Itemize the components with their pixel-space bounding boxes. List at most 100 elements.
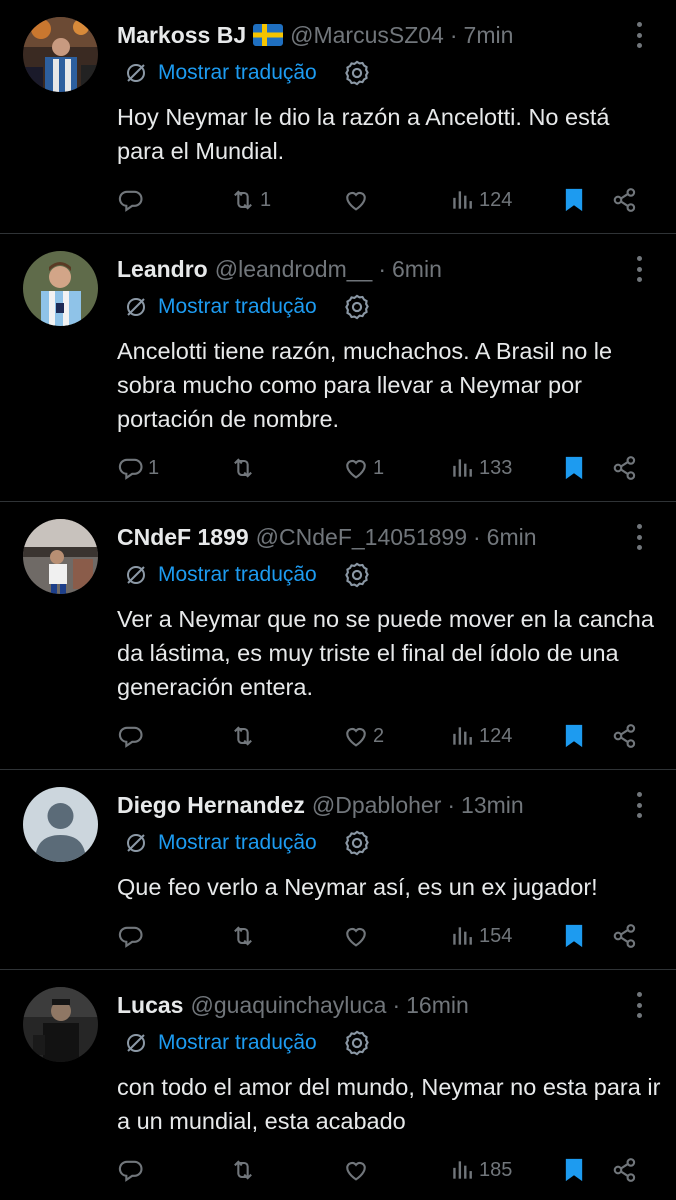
show-translation-link[interactable]: Mostrar tradução bbox=[158, 563, 317, 587]
share-button[interactable] bbox=[611, 448, 639, 488]
user-handle[interactable]: @leandrodm__ bbox=[215, 256, 373, 283]
bookmark-icon bbox=[565, 924, 583, 948]
post-text: Ancelotti tiene razón, muchachos. A Bras… bbox=[117, 338, 613, 432]
share-button[interactable] bbox=[611, 916, 639, 956]
share-button[interactable] bbox=[611, 716, 639, 756]
post-actions: 154 bbox=[0, 916, 676, 956]
reply-post[interactable]: Leandro @leandrodm__ · 6min Mostrar trad… bbox=[0, 234, 676, 502]
reply-post[interactable]: Markoss BJ @MarcusSZ04 · 7min Mostrar tr… bbox=[0, 0, 676, 234]
share-icon bbox=[613, 188, 636, 212]
replies-feed: Markoss BJ @MarcusSZ04 · 7min Mostrar tr… bbox=[0, 0, 676, 1200]
view-count: 154 bbox=[479, 924, 513, 947]
more-options-icon[interactable] bbox=[632, 256, 646, 282]
post-time[interactable]: 13min bbox=[461, 792, 524, 819]
bookmark-button[interactable] bbox=[560, 180, 588, 220]
bookmark-button[interactable] bbox=[560, 1150, 588, 1190]
sweden-flag-icon bbox=[253, 24, 284, 46]
repost-icon bbox=[234, 1160, 252, 1180]
views-button[interactable]: 154 bbox=[450, 916, 512, 956]
bookmark-button[interactable] bbox=[560, 448, 588, 488]
display-name[interactable]: Leandro bbox=[117, 256, 208, 283]
like-button[interactable]: 1 bbox=[342, 448, 384, 488]
like-button[interactable] bbox=[342, 1150, 373, 1190]
bookmark-button[interactable] bbox=[560, 716, 588, 756]
more-options-icon[interactable] bbox=[632, 524, 646, 550]
views-icon bbox=[453, 459, 472, 477]
display-name[interactable]: Diego Hernandez bbox=[117, 792, 305, 819]
user-handle[interactable]: @Dpabloher bbox=[312, 792, 441, 819]
avatar[interactable] bbox=[23, 787, 98, 862]
post-text: Hoy Neymar le dio la razón a Ancelotti. … bbox=[117, 104, 610, 164]
share-button[interactable] bbox=[611, 1150, 639, 1190]
heart-icon bbox=[346, 1161, 366, 1181]
post-actions: 2 124 bbox=[0, 716, 676, 756]
more-options-icon[interactable] bbox=[632, 992, 646, 1018]
no-translate-icon bbox=[127, 834, 145, 852]
post-time[interactable]: 6min bbox=[392, 256, 442, 283]
reply-button[interactable] bbox=[117, 180, 148, 220]
avatar[interactable] bbox=[23, 17, 98, 92]
gear-icon[interactable] bbox=[343, 293, 371, 321]
reply-button[interactable] bbox=[117, 716, 148, 756]
bookmark-button[interactable] bbox=[560, 916, 588, 956]
show-translation-link[interactable]: Mostrar tradução bbox=[158, 831, 317, 855]
share-icon bbox=[613, 724, 636, 748]
no-translate-icon bbox=[127, 566, 145, 584]
reply-count: 1 bbox=[148, 456, 160, 479]
bookmark-icon bbox=[565, 1158, 583, 1182]
like-button[interactable]: 2 bbox=[342, 716, 384, 756]
reply-post[interactable]: Lucas @guaquinchayluca · 16min Mostrar t… bbox=[0, 970, 676, 1200]
more-options-icon[interactable] bbox=[632, 22, 646, 48]
display-name[interactable]: Markoss BJ bbox=[117, 22, 246, 49]
reply-icon bbox=[118, 458, 143, 480]
separator-dot: · bbox=[473, 523, 481, 550]
like-button[interactable] bbox=[342, 180, 373, 220]
views-button[interactable]: 133 bbox=[450, 448, 512, 488]
views-button[interactable]: 124 bbox=[450, 716, 512, 756]
reply-button[interactable]: 1 bbox=[117, 448, 159, 488]
bookmark-icon bbox=[565, 188, 583, 212]
show-translation-link[interactable]: Mostrar tradução bbox=[158, 61, 317, 85]
avatar[interactable] bbox=[23, 251, 98, 326]
like-button[interactable] bbox=[342, 916, 373, 956]
gear-icon[interactable] bbox=[343, 59, 371, 87]
reply-button[interactable] bbox=[117, 1150, 148, 1190]
reply-button[interactable] bbox=[117, 916, 148, 956]
reply-icon bbox=[118, 1160, 143, 1182]
display-name[interactable]: CNdeF 1899 bbox=[117, 524, 249, 551]
repost-button[interactable] bbox=[229, 916, 260, 956]
gear-icon[interactable] bbox=[343, 561, 371, 589]
avatar[interactable] bbox=[23, 987, 98, 1062]
gear-icon[interactable] bbox=[343, 1029, 371, 1057]
view-count: 133 bbox=[479, 456, 513, 479]
share-button[interactable] bbox=[611, 180, 639, 220]
post-text: Que feo verlo a Neymar así, es un ex jug… bbox=[117, 874, 598, 900]
post-time[interactable]: 6min bbox=[487, 524, 537, 551]
repost-icon bbox=[234, 726, 252, 746]
user-handle[interactable]: @CNdeF_14051899 bbox=[256, 524, 467, 551]
views-button[interactable]: 185 bbox=[450, 1150, 512, 1190]
post-time[interactable]: 16min bbox=[406, 992, 469, 1019]
views-button[interactable]: 124 bbox=[450, 180, 512, 220]
share-icon bbox=[613, 456, 636, 480]
post-time[interactable]: 7min bbox=[464, 22, 514, 49]
no-translate-icon bbox=[127, 298, 145, 316]
reply-post[interactable]: CNdeF 1899 @CNdeF_14051899 · 6min Mostra… bbox=[0, 502, 676, 770]
repost-button[interactable] bbox=[229, 716, 260, 756]
post-actions: 185 bbox=[0, 1150, 676, 1190]
repost-button[interactable] bbox=[229, 1150, 260, 1190]
user-handle[interactable]: @guaquinchayluca bbox=[190, 992, 386, 1019]
gear-icon[interactable] bbox=[343, 829, 371, 857]
display-name[interactable]: Lucas bbox=[117, 992, 183, 1019]
repost-button[interactable] bbox=[229, 448, 260, 488]
more-options-icon[interactable] bbox=[632, 792, 646, 818]
show-translation-link[interactable]: Mostrar tradução bbox=[158, 1031, 317, 1055]
user-handle[interactable]: @MarcusSZ04 bbox=[290, 22, 444, 49]
repost-icon bbox=[234, 458, 252, 478]
repost-button[interactable]: 1 bbox=[229, 180, 271, 220]
views-icon bbox=[453, 191, 472, 209]
heart-icon bbox=[346, 459, 366, 479]
show-translation-link[interactable]: Mostrar tradução bbox=[158, 295, 317, 319]
avatar[interactable] bbox=[23, 519, 98, 594]
reply-post[interactable]: Diego Hernandez @Dpabloher · 13min Mostr… bbox=[0, 770, 676, 970]
